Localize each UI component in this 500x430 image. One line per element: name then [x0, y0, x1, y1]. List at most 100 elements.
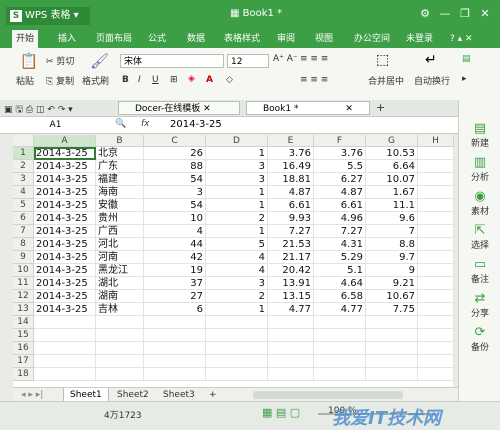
table-cell[interactable]: 1 — [206, 199, 268, 212]
tab-page-layout[interactable]: 页面布局 — [92, 30, 136, 48]
font-grow-icon[interactable]: A⁺ A⁻ — [273, 54, 298, 64]
tab-office-space[interactable]: 办公空间 — [350, 30, 394, 48]
table-cell[interactable] — [366, 342, 418, 355]
table-cell[interactable] — [418, 173, 454, 186]
italic-button[interactable]: I — [138, 75, 141, 85]
font-size-select[interactable]: 12 — [227, 54, 269, 68]
table-cell[interactable] — [418, 160, 454, 173]
formula-input[interactable]: 2014-3-25 — [170, 119, 222, 130]
tab-data[interactable]: 数据 — [183, 30, 209, 48]
font-name-select[interactable]: 宋体 — [120, 54, 224, 68]
cut-button[interactable]: ✂ 剪切 — [46, 54, 74, 67]
table-cell[interactable]: 7 — [366, 225, 418, 238]
brush-icon[interactable]: 🖌 — [90, 52, 109, 70]
table-cell[interactable]: 2014-3-25 — [34, 173, 96, 186]
table-cell[interactable]: 2014-3-25 — [34, 238, 96, 251]
table-cell[interactable]: 2014-3-25 — [34, 251, 96, 264]
row-header[interactable]: 13 — [13, 303, 34, 316]
tab-book1[interactable]: Book1 * ✕ — [246, 101, 370, 115]
column-header-D[interactable]: D — [206, 135, 268, 147]
underline-button[interactable]: U — [152, 75, 159, 85]
table-cell[interactable]: 5.5 — [314, 160, 366, 173]
table-cell[interactable]: 54 — [144, 199, 206, 212]
table-cell[interactable]: 21.53 — [268, 238, 314, 251]
table-cell[interactable]: 4 — [144, 225, 206, 238]
table-cell[interactable] — [34, 355, 96, 368]
new-tab-button[interactable]: + — [376, 101, 385, 114]
table-cell[interactable] — [418, 316, 454, 329]
row-header[interactable]: 11 — [13, 277, 34, 290]
table-cell[interactable]: 6.58 — [314, 290, 366, 303]
row-header[interactable]: 16 — [13, 342, 34, 355]
table-cell[interactable]: 10 — [144, 212, 206, 225]
paste-button[interactable]: 粘贴 — [16, 74, 34, 87]
table-cell[interactable] — [206, 342, 268, 355]
table-cell[interactable]: 2014-3-25 — [34, 290, 96, 303]
table-cell[interactable] — [314, 368, 366, 381]
row-header[interactable]: 14 — [13, 316, 34, 329]
column-header-F[interactable]: F — [314, 135, 366, 147]
table-cell[interactable]: 6.61 — [268, 199, 314, 212]
table-cell[interactable]: 安徽 — [96, 199, 144, 212]
sidebar-item-share[interactable]: ⇄ 分享 — [459, 292, 500, 320]
table-cell[interactable] — [206, 355, 268, 368]
column-header-B[interactable]: B — [96, 135, 144, 147]
select-all-corner[interactable] — [13, 135, 34, 147]
table-cell[interactable] — [206, 329, 268, 342]
table-cell[interactable] — [366, 316, 418, 329]
column-header-E[interactable]: E — [268, 135, 314, 147]
table-cell[interactable]: 4.87 — [268, 186, 314, 199]
format-painter-button[interactable]: 格式刷 — [82, 74, 109, 87]
table-cell[interactable] — [418, 186, 454, 199]
table-cell[interactable]: 2014-3-25 — [34, 303, 96, 316]
table-cell[interactable] — [96, 316, 144, 329]
table-cell[interactable]: 9 — [366, 264, 418, 277]
table-cell[interactable]: 3.76 — [314, 147, 366, 160]
table-cell[interactable]: 21.17 — [268, 251, 314, 264]
table-cell[interactable]: 5 — [206, 238, 268, 251]
table-cell[interactable]: 1 — [206, 147, 268, 160]
table-cell[interactable] — [34, 316, 96, 329]
skin-icon[interactable]: ⚙ — [416, 6, 434, 22]
table-cell[interactable]: 19 — [144, 264, 206, 277]
table-cell[interactable] — [418, 355, 454, 368]
table-cell[interactable]: 2 — [206, 290, 268, 303]
border-icon[interactable]: ⊞ — [170, 75, 178, 85]
fx-icon[interactable]: fx — [141, 119, 150, 129]
row-header[interactable]: 5 — [13, 199, 34, 212]
table-cell[interactable] — [34, 342, 96, 355]
app-menu-button[interactable]: S WPS 表格 ▾ — [6, 7, 90, 25]
clear-format-icon[interactable]: ◇ — [226, 75, 233, 85]
align-left-icon[interactable]: ≡ ≡ ≡ — [300, 75, 328, 85]
table-cell[interactable] — [268, 368, 314, 381]
table-cell[interactable] — [418, 277, 454, 290]
table-cell[interactable]: 6.64 — [366, 160, 418, 173]
table-cell[interactable]: 10.67 — [366, 290, 418, 303]
table-cell[interactable]: 2014-3-25 — [34, 199, 96, 212]
table-cell[interactable] — [144, 316, 206, 329]
table-cell[interactable]: 河南 — [96, 251, 144, 264]
table-cell[interactable] — [34, 368, 96, 381]
table-cell[interactable] — [144, 329, 206, 342]
row-header[interactable]: 7 — [13, 225, 34, 238]
table-cell[interactable] — [314, 329, 366, 342]
table-cell[interactable] — [418, 147, 454, 160]
row-header[interactable]: 15 — [13, 329, 34, 342]
table-cell[interactable] — [268, 316, 314, 329]
table-cell[interactable]: 广东 — [96, 160, 144, 173]
table-cell[interactable]: 4.77 — [314, 303, 366, 316]
table-cell[interactable]: 54 — [144, 173, 206, 186]
help-icon[interactable]: ? ▴ ✕ — [446, 30, 477, 48]
view-mode-icons[interactable]: ▦ ▤ ▢ — [262, 406, 300, 419]
merge-icon[interactable]: ⬚ — [376, 52, 389, 68]
table-cell[interactable] — [34, 329, 96, 342]
table-cell[interactable]: 河北 — [96, 238, 144, 251]
font-color-icon[interactable]: A — [206, 75, 213, 85]
table-cell[interactable] — [418, 264, 454, 277]
table-cell[interactable]: 18.81 — [268, 173, 314, 186]
sidebar-item-new[interactable]: ▤ 新建 — [459, 122, 500, 150]
table-cell[interactable]: 吉林 — [96, 303, 144, 316]
table-cell[interactable] — [96, 329, 144, 342]
name-box[interactable]: A1 — [13, 118, 95, 132]
table-cell[interactable] — [366, 368, 418, 381]
